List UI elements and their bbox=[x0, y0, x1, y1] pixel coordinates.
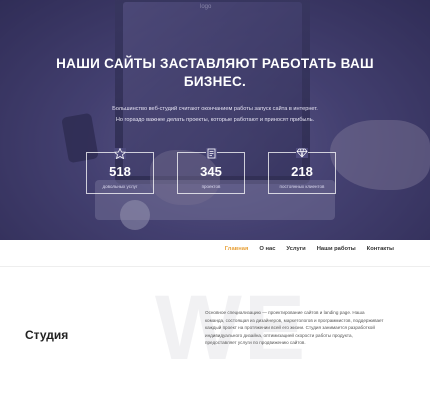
hero-title-line1: НАШИ САЙТЫ ЗАСТАВЛЯЮТ РАБОТАТЬ ВАШ bbox=[56, 56, 374, 71]
stat-box-services: 518 довольных услуг bbox=[86, 148, 154, 194]
stat-value: 218 bbox=[291, 164, 313, 179]
stat-value: 345 bbox=[200, 164, 222, 179]
nav-divider bbox=[0, 266, 430, 267]
stat-label: постоянных клиентов bbox=[279, 184, 325, 189]
star-icon bbox=[87, 148, 153, 159]
diamond-icon bbox=[269, 148, 335, 158]
stat-box-clients: 218 постоянных клиентов bbox=[268, 148, 336, 194]
stat-label: довольных услуг bbox=[102, 184, 138, 189]
nav-item-about[interactable]: О нас bbox=[259, 246, 275, 252]
hero-title: НАШИ САЙТЫ ЗАСТАВЛЯЮТ РАБОТАТЬ ВАШ БИЗНЕ… bbox=[0, 55, 430, 91]
nav-item-home[interactable]: Главная bbox=[225, 246, 249, 252]
main-nav: Главная О нас Услуги Наши работы Контакт… bbox=[225, 246, 394, 252]
document-icon bbox=[178, 148, 244, 159]
studio-heading: Студия bbox=[25, 328, 69, 342]
hero-section: logo НАШИ САЙТЫ ЗАСТАВЛЯЮТ РАБОТАТЬ ВАШ … bbox=[0, 0, 430, 240]
stat-box-projects: 345 проектов bbox=[177, 148, 245, 194]
hero-subtitle: Большинство веб-студий считают окончание… bbox=[112, 106, 318, 123]
stat-label: проектов bbox=[201, 184, 221, 189]
nav-item-contacts[interactable]: Контакты bbox=[367, 246, 394, 252]
nav-item-services[interactable]: Услуги bbox=[286, 246, 305, 252]
stat-value: 518 bbox=[109, 164, 131, 179]
studio-description: Основное специализацию — проектирование … bbox=[205, 310, 384, 346]
nav-item-works[interactable]: Наши работы bbox=[317, 246, 356, 252]
hero-title-line2: БИЗНЕС. bbox=[183, 74, 247, 89]
